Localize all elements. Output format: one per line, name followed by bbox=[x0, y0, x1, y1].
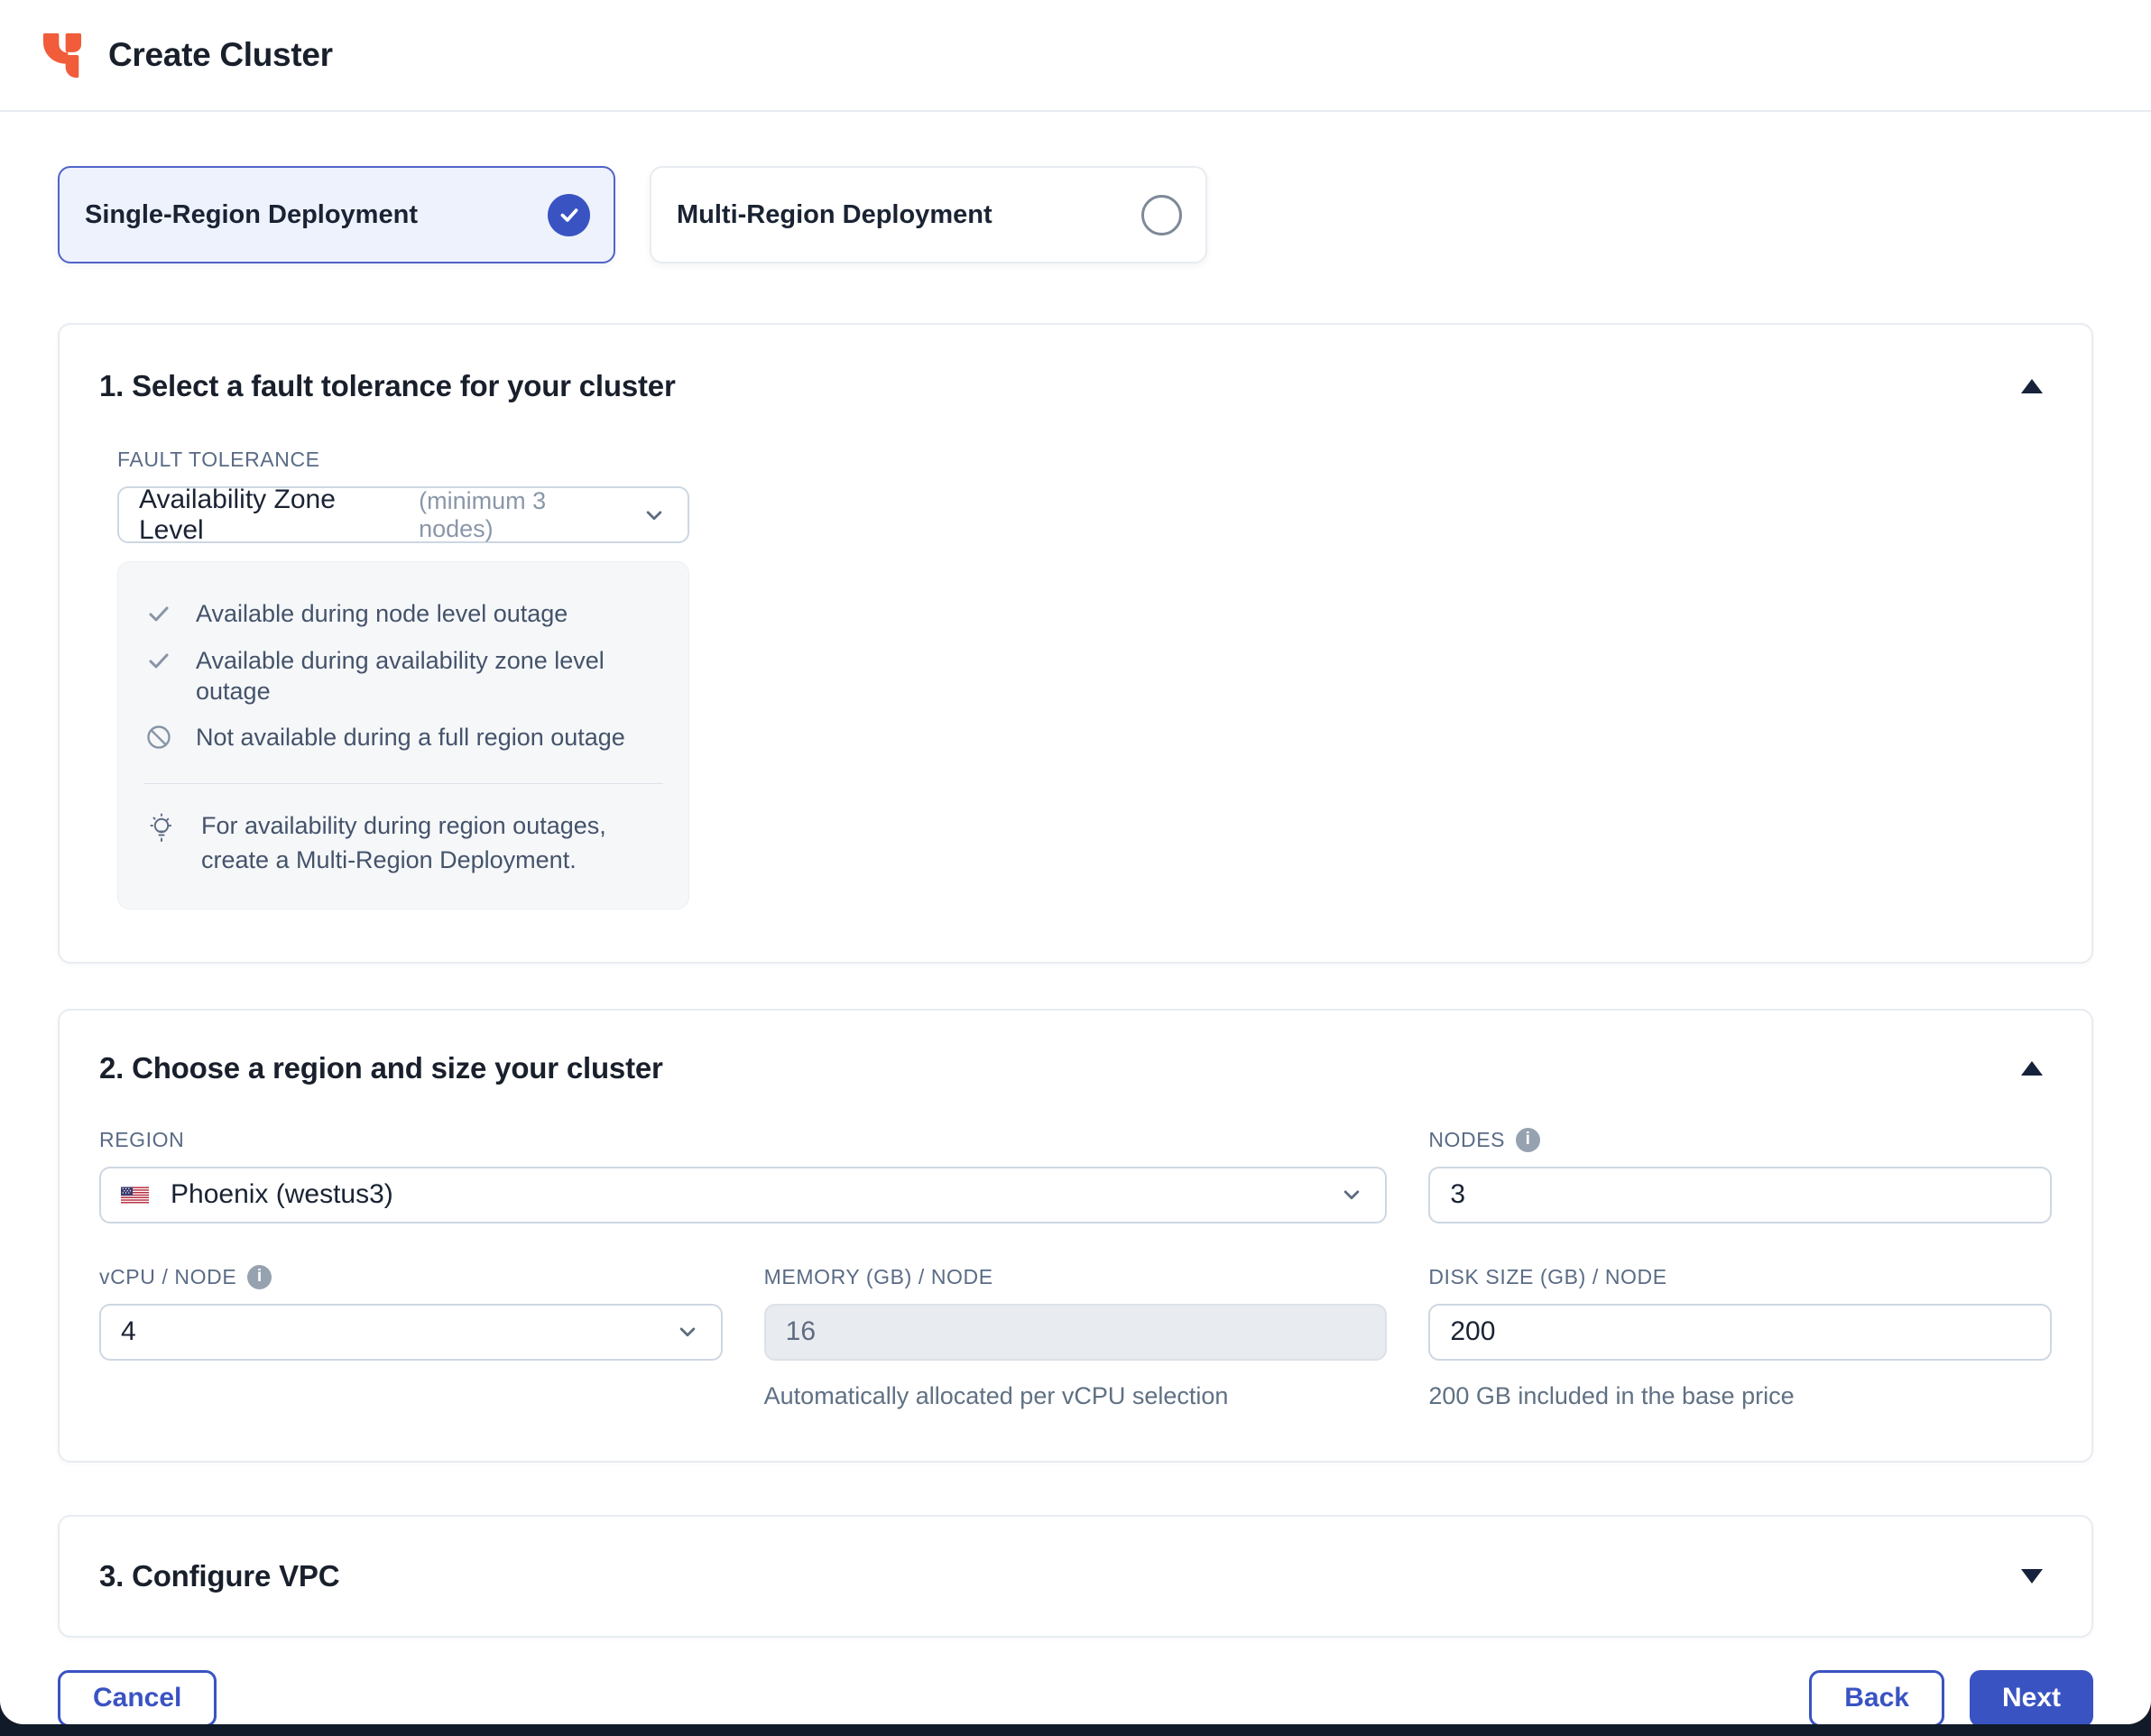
multi-region-deployment-card[interactable]: Multi-Region Deployment bbox=[650, 166, 1207, 263]
chevron-down-icon bbox=[641, 502, 668, 529]
deployment-type-row: Single-Region Deployment Multi-Region De… bbox=[58, 166, 2093, 263]
cancel-button[interactable]: Cancel bbox=[58, 1670, 217, 1724]
availability-item-text: Not available during a full region outag… bbox=[196, 723, 625, 753]
region-label: REGION bbox=[99, 1128, 1387, 1152]
fault-tolerance-select[interactable]: Availability Zone Level (minimum 3 nodes… bbox=[117, 486, 689, 543]
info-icon[interactable]: i bbox=[1516, 1128, 1540, 1152]
chevron-collapse-up-icon bbox=[2021, 1061, 2043, 1076]
collapse-section-1-button[interactable] bbox=[2012, 366, 2052, 406]
fault-tolerance-section: 1. Select a fault tolerance for your clu… bbox=[58, 323, 2093, 964]
fault-tolerance-selected-hint: (minimum 3 nodes) bbox=[419, 487, 619, 543]
check-icon bbox=[145, 647, 172, 674]
checked-radio-icon[interactable] bbox=[548, 194, 590, 236]
region-size-section-title: 2. Choose a region and size your cluster bbox=[99, 1051, 663, 1085]
nodes-input[interactable] bbox=[1428, 1167, 2052, 1224]
vcpu-label-row: vCPU / NODE i bbox=[99, 1265, 723, 1289]
fault-tolerance-section-header: 1. Select a fault tolerance for your clu… bbox=[99, 366, 2052, 406]
vpc-section-title: 3. Configure VPC bbox=[99, 1559, 339, 1593]
availability-item: Available during node level outage bbox=[143, 591, 663, 638]
vpc-section-header: 3. Configure VPC bbox=[99, 1556, 2052, 1596]
create-cluster-window: Create Cluster Single-Region Deployment … bbox=[0, 0, 2151, 1724]
next-button[interactable]: Next bbox=[1970, 1670, 2093, 1724]
footer-actions: Cancel Back Next bbox=[58, 1670, 2093, 1724]
vpc-section: 3. Configure VPC bbox=[58, 1515, 2093, 1638]
check-icon bbox=[558, 203, 581, 226]
disk-field-group: DISK SIZE (GB) / NODE 200 GB included in… bbox=[1428, 1265, 2052, 1410]
region-outage-tip-text: For availability during region outages, … bbox=[201, 809, 661, 878]
disk-helper-text: 200 GB included in the base price bbox=[1428, 1382, 2052, 1410]
lightbulb-icon bbox=[145, 810, 178, 846]
region-field-group: REGION bbox=[99, 1128, 1387, 1224]
memory-helper-text: Automatically allocated per vCPU selecti… bbox=[764, 1382, 1388, 1410]
vcpu-label: vCPU / NODE bbox=[99, 1265, 236, 1289]
region-selected-value: Phoenix (westus3) bbox=[171, 1179, 393, 1210]
divider bbox=[143, 783, 663, 784]
vcpu-field-group: vCPU / NODE i 4 bbox=[99, 1265, 723, 1410]
availability-item-text: Available during availability zone level… bbox=[196, 646, 661, 707]
region-select[interactable]: Phoenix (westus3) bbox=[99, 1167, 1387, 1224]
disk-size-input[interactable] bbox=[1428, 1304, 2052, 1361]
multi-region-label: Multi-Region Deployment bbox=[677, 200, 992, 230]
fault-tolerance-body: FAULT TOLERANCE Availability Zone Level … bbox=[117, 448, 2052, 910]
not-available-icon bbox=[145, 724, 172, 751]
expand-section-3-button[interactable] bbox=[2012, 1556, 2052, 1596]
main-content: Single-Region Deployment Multi-Region De… bbox=[0, 166, 2151, 1724]
yugabyte-logo-icon bbox=[42, 32, 83, 79]
footer-right-buttons: Back Next bbox=[1809, 1670, 2093, 1724]
header: Create Cluster bbox=[0, 0, 2151, 112]
collapse-section-2-button[interactable] bbox=[2012, 1048, 2052, 1088]
info-icon[interactable]: i bbox=[247, 1265, 272, 1289]
fault-tolerance-section-title: 1. Select a fault tolerance for your clu… bbox=[99, 369, 676, 403]
nodes-label-row: NODES i bbox=[1428, 1128, 2052, 1152]
memory-field-group: MEMORY (GB) / NODE Automatically allocat… bbox=[764, 1265, 1388, 1410]
chevron-down-icon bbox=[674, 1318, 701, 1345]
back-button[interactable]: Back bbox=[1809, 1670, 1944, 1724]
availability-info-box: Available during node level outage Avail… bbox=[117, 561, 689, 910]
region-outage-tip: For availability during region outages, … bbox=[143, 809, 663, 878]
disk-size-label: DISK SIZE (GB) / NODE bbox=[1428, 1265, 2052, 1289]
vcpu-selected-value: 4 bbox=[121, 1316, 136, 1347]
availability-item-text: Available during node level outage bbox=[196, 599, 568, 630]
page-title: Create Cluster bbox=[108, 36, 333, 74]
us-flag-icon bbox=[121, 1186, 149, 1205]
empty-radio-icon[interactable] bbox=[1141, 195, 1182, 235]
region-nodes-row: REGION bbox=[99, 1128, 2052, 1224]
vcpu-select[interactable]: 4 bbox=[99, 1304, 723, 1361]
region-size-section: 2. Choose a region and size your cluster… bbox=[58, 1009, 2093, 1463]
check-icon bbox=[145, 600, 172, 627]
chevron-collapse-up-icon bbox=[2021, 379, 2043, 393]
nodes-label: NODES bbox=[1428, 1128, 1505, 1152]
size-row: vCPU / NODE i 4 MEMORY (GB) / NODE Autom… bbox=[99, 1265, 2052, 1410]
fault-tolerance-label: FAULT TOLERANCE bbox=[117, 448, 2052, 472]
memory-label: MEMORY (GB) / NODE bbox=[764, 1265, 1388, 1289]
chevron-down-icon bbox=[1338, 1181, 1365, 1208]
availability-item: Available during availability zone level… bbox=[143, 638, 663, 716]
single-region-label: Single-Region Deployment bbox=[85, 200, 418, 230]
chevron-collapse-down-icon bbox=[2021, 1569, 2043, 1584]
memory-input bbox=[764, 1304, 1388, 1361]
region-size-section-header: 2. Choose a region and size your cluster bbox=[99, 1048, 2052, 1088]
nodes-field-group: NODES i bbox=[1428, 1128, 2052, 1224]
availability-item: Not available during a full region outag… bbox=[143, 715, 663, 762]
fault-tolerance-selected-value: Availability Zone Level bbox=[139, 485, 397, 546]
single-region-deployment-card[interactable]: Single-Region Deployment bbox=[58, 166, 615, 263]
